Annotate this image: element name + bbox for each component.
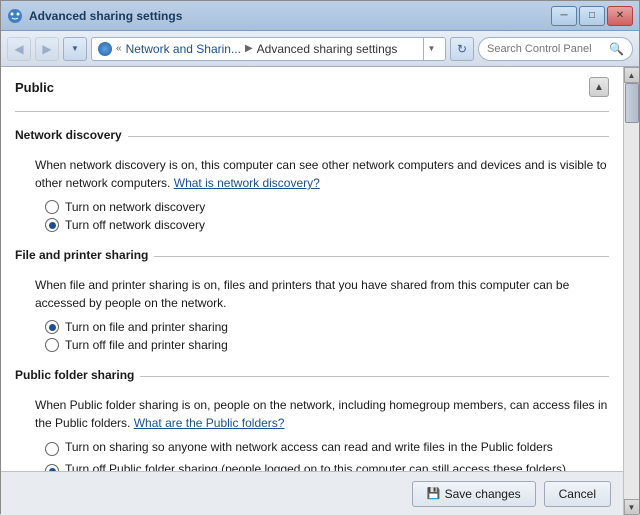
dropdown-button[interactable]: ▼	[63, 37, 87, 61]
divider-line	[128, 136, 609, 137]
network-discovery-link[interactable]: What is network discovery?	[174, 176, 320, 190]
network-discovery-description: When network discovery is on, this compu…	[35, 156, 609, 192]
network-discovery-heading-row: Network discovery	[15, 124, 609, 148]
close-button[interactable]: ✕	[607, 6, 633, 26]
scroll-down-button[interactable]: ▼	[624, 499, 640, 515]
cancel-button[interactable]: Cancel	[544, 481, 611, 507]
refresh-button[interactable]: ↻	[450, 37, 474, 61]
addressbar: ◀ ▶ ▼ « Network and Sharin... ▶ Advanced…	[1, 31, 639, 67]
titlebar: Advanced sharing settings ─ □ ✕	[1, 1, 639, 31]
bottom-bar: 💾 Save changes Cancel	[1, 471, 623, 515]
network-discovery-heading: Network discovery	[15, 128, 122, 142]
file-printer-description: When file and printer sharing is on, fil…	[35, 276, 609, 312]
network-icon	[98, 42, 112, 56]
search-icon: 🔍	[609, 42, 624, 56]
window-icon	[7, 8, 23, 24]
scroll-up-button[interactable]: ▲	[624, 67, 640, 83]
divider-line-3	[140, 376, 609, 377]
network-discovery-option-0[interactable]: Turn on network discovery	[45, 200, 609, 214]
collapse-button[interactable]: ▲	[589, 77, 609, 97]
radio-fp-btn-1[interactable]	[45, 338, 59, 352]
file-printer-option-0[interactable]: Turn on file and printer sharing	[45, 320, 609, 334]
public-section-header: Public ▲	[15, 77, 609, 101]
breadcrumb-part2: Advanced sharing settings	[257, 42, 398, 56]
titlebar-title: Advanced sharing settings	[29, 9, 182, 23]
public-folder-heading: Public folder sharing	[15, 368, 134, 382]
breadcrumb-dropdown[interactable]: ▼	[423, 37, 439, 61]
radio-btn-0[interactable]	[45, 200, 59, 214]
divider-line-2	[154, 256, 609, 257]
radio-fp-btn-0[interactable]	[45, 320, 59, 334]
scrollbar: ▲ ▼	[623, 67, 639, 515]
file-printer-heading-row: File and printer sharing	[15, 244, 609, 268]
public-folder-heading-row: Public folder sharing	[15, 364, 609, 388]
breadcrumb: « Network and Sharin... ▶ Advanced shari…	[91, 37, 446, 61]
maximize-button[interactable]: □	[579, 6, 605, 26]
public-folder-link[interactable]: What are the Public folders?	[134, 416, 285, 430]
back-button[interactable]: ◀	[7, 37, 31, 61]
scroll-track[interactable]	[624, 83, 639, 499]
window-controls: ─ □ ✕	[551, 6, 633, 26]
public-section-title: Public	[15, 80, 54, 95]
radio-pf-btn-0[interactable]	[45, 442, 59, 456]
file-printer-heading: File and printer sharing	[15, 248, 148, 262]
save-icon: 💾	[427, 487, 441, 500]
content-wrapper: Public ▲ Network discovery When network …	[1, 67, 623, 515]
minimize-button[interactable]: ─	[551, 6, 577, 26]
search-input[interactable]	[487, 43, 605, 55]
public-folder-description: When Public folder sharing is on, people…	[35, 396, 609, 432]
breadcrumb-part1[interactable]: Network and Sharin...	[126, 42, 241, 56]
file-printer-sharing-section: File and printer sharing When file and p…	[15, 244, 609, 352]
network-discovery-section: Network discovery When network discovery…	[15, 124, 609, 232]
outer-divider	[15, 111, 609, 112]
network-discovery-option-1[interactable]: Turn off network discovery	[45, 218, 609, 232]
scroll-thumb[interactable]	[625, 83, 639, 123]
save-changes-button[interactable]: 💾 Save changes	[412, 481, 536, 507]
file-printer-option-1[interactable]: Turn off file and printer sharing	[45, 338, 609, 352]
forward-button[interactable]: ▶	[35, 37, 59, 61]
content-area: Public ▲ Network discovery When network …	[1, 67, 623, 515]
search-box[interactable]: 🔍	[478, 37, 633, 61]
main-content: Public ▲ Network discovery When network …	[1, 67, 639, 515]
public-folder-option-0[interactable]: Turn on sharing so anyone with network a…	[45, 440, 609, 456]
public-folder-sharing-section: Public folder sharing When Public folder…	[15, 364, 609, 478]
radio-btn-1[interactable]	[45, 218, 59, 232]
